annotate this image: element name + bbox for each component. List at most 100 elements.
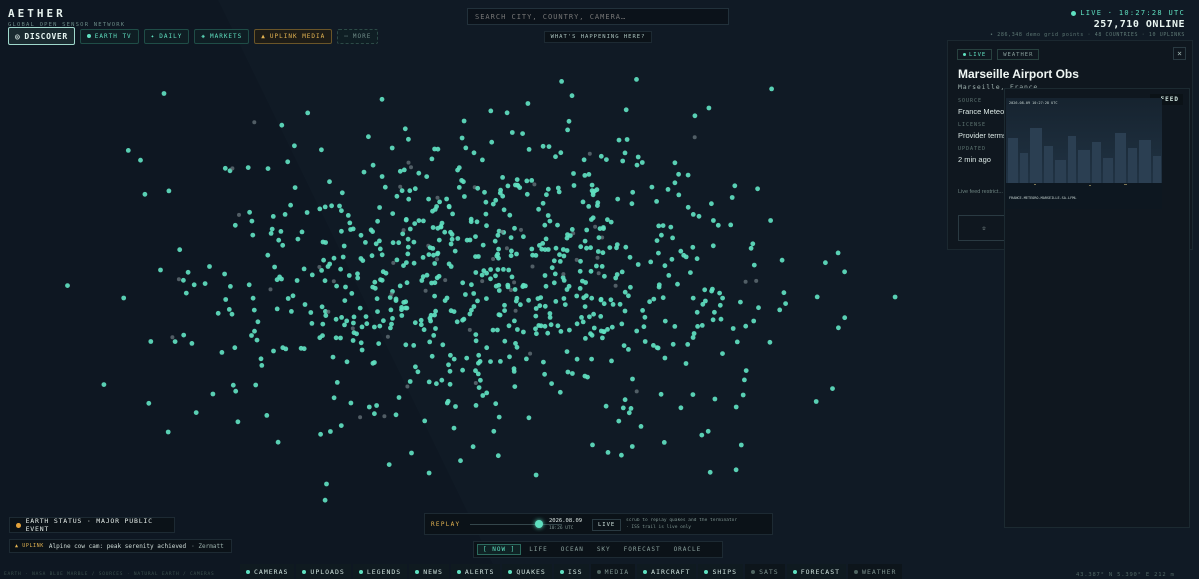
sensor-dot[interactable]	[520, 131, 525, 137]
sensor-dot[interactable]	[712, 396, 718, 402]
sensor-dot[interactable]	[357, 305, 363, 311]
sensor-dot[interactable]	[675, 281, 680, 287]
sensor-dot[interactable]	[435, 225, 441, 231]
sensor-dot[interactable]	[340, 254, 346, 260]
sensor-dot[interactable]	[372, 411, 377, 417]
sensor-dot[interactable]	[557, 389, 563, 395]
sensor-dot[interactable]	[694, 256, 700, 262]
sensor-dot[interactable]	[634, 162, 640, 168]
sensor-dot[interactable]	[574, 321, 580, 327]
sensor-dot[interactable]	[630, 376, 635, 382]
sensor-dot[interactable]	[690, 212, 696, 217]
sensor-dot[interactable]	[754, 278, 759, 283]
sensor-dot[interactable]	[495, 267, 501, 272]
sensor-dot[interactable]	[629, 444, 635, 449]
sensor-dot[interactable]	[518, 302, 523, 308]
sensor-dot[interactable]	[622, 397, 628, 403]
sensor-dot[interactable]	[533, 472, 539, 478]
sensor-dot[interactable]	[448, 352, 453, 358]
sensor-dot[interactable]	[678, 405, 684, 411]
sensor-dot[interactable]	[379, 252, 385, 258]
sensor-dot[interactable]	[533, 326, 538, 332]
sensor-dot[interactable]	[350, 326, 355, 331]
sensor-dot[interactable]	[358, 232, 364, 238]
sensor-dot[interactable]	[333, 335, 339, 341]
sensor-dot[interactable]	[323, 313, 329, 318]
sensor-dot[interactable]	[603, 403, 609, 409]
sensor-dot[interactable]	[619, 452, 624, 458]
sensor-dot[interactable]	[629, 201, 635, 207]
sensor-dot[interactable]	[322, 497, 328, 503]
sensor-dot[interactable]	[609, 324, 615, 330]
sensor-dot[interactable]	[617, 301, 623, 307]
sensor-dot[interactable]	[320, 333, 325, 338]
sensor-dot[interactable]	[421, 218, 426, 224]
sensor-dot[interactable]	[483, 211, 489, 217]
sensor-dot[interactable]	[427, 339, 433, 345]
sensor-dot[interactable]	[210, 391, 216, 397]
sensor-dot[interactable]	[399, 188, 405, 194]
sensor-dot[interactable]	[222, 165, 228, 171]
sensor-dot[interactable]	[344, 359, 350, 365]
sensor-dot[interactable]	[411, 260, 417, 266]
sensor-dot[interactable]	[699, 323, 705, 328]
sensor-dot[interactable]	[640, 308, 645, 313]
close-icon[interactable]: ×	[1173, 47, 1186, 60]
sensor-dot[interactable]	[407, 226, 413, 232]
sensor-dot[interactable]	[403, 342, 409, 348]
sensor-dot[interactable]	[545, 213, 551, 218]
sensor-dot[interactable]	[511, 369, 517, 374]
sensor-dot[interactable]	[351, 314, 357, 320]
sensor-dot[interactable]	[626, 347, 631, 352]
sensor-dot[interactable]	[582, 238, 588, 244]
sensor-dot[interactable]	[473, 270, 479, 275]
earth-tv-button[interactable]: EARTH TV	[79, 28, 139, 44]
sensor-dot[interactable]	[702, 287, 708, 293]
sensor-dot[interactable]	[454, 319, 460, 325]
sensor-dot[interactable]	[448, 264, 454, 269]
sensor-dot[interactable]	[509, 130, 515, 135]
sensor-dot[interactable]	[456, 185, 462, 190]
sensor-dot[interactable]	[446, 362, 451, 368]
sensor-dot[interactable]	[634, 77, 639, 82]
sensor-dot[interactable]	[301, 346, 307, 352]
sensor-dot[interactable]	[591, 311, 596, 317]
sensor-dot[interactable]	[439, 220, 445, 226]
sensor-dot[interactable]	[488, 267, 493, 272]
sensor-dot[interactable]	[191, 282, 197, 288]
sensor-dot[interactable]	[813, 399, 819, 404]
sensor-dot[interactable]	[514, 177, 520, 183]
sensor-dot[interactable]	[649, 184, 655, 190]
sensor-dot[interactable]	[329, 203, 334, 209]
sensor-dot[interactable]	[642, 339, 648, 344]
sensor-dot[interactable]	[648, 259, 654, 265]
sensor-dot[interactable]	[172, 339, 178, 344]
sensor-dot[interactable]	[275, 439, 281, 445]
layer-toggle-alerts[interactable]: ALERTS	[450, 564, 501, 579]
sensor-dot[interactable]	[624, 137, 630, 142]
sensor-dot[interactable]	[424, 272, 430, 278]
sensor-dot[interactable]	[404, 305, 410, 311]
sensor-dot[interactable]	[321, 257, 326, 263]
sensor-dot[interactable]	[743, 323, 749, 329]
sensor-dot[interactable]	[467, 327, 472, 332]
sensor-dot[interactable]	[733, 467, 739, 473]
sensor-dot[interactable]	[638, 424, 644, 429]
sensor-dot[interactable]	[728, 222, 734, 228]
sensor-dot[interactable]	[483, 199, 489, 205]
sensor-dot[interactable]	[364, 321, 370, 327]
sensor-dot[interactable]	[232, 345, 238, 351]
sensor-dot[interactable]	[443, 278, 448, 283]
sensor-dot[interactable]	[333, 316, 339, 322]
sensor-dot[interactable]	[359, 324, 365, 330]
sensor-dot[interactable]	[830, 386, 835, 391]
sensor-dot[interactable]	[430, 225, 436, 230]
sensor-dot[interactable]	[577, 286, 583, 291]
sensor-dot[interactable]	[215, 310, 221, 316]
sensor-dot[interactable]	[370, 360, 376, 366]
sensor-dot[interactable]	[484, 390, 490, 396]
sensor-dot[interactable]	[265, 252, 271, 258]
sensor-dot[interactable]	[552, 271, 558, 277]
sensor-dot[interactable]	[696, 213, 702, 219]
sensor-dot[interactable]	[252, 120, 257, 125]
